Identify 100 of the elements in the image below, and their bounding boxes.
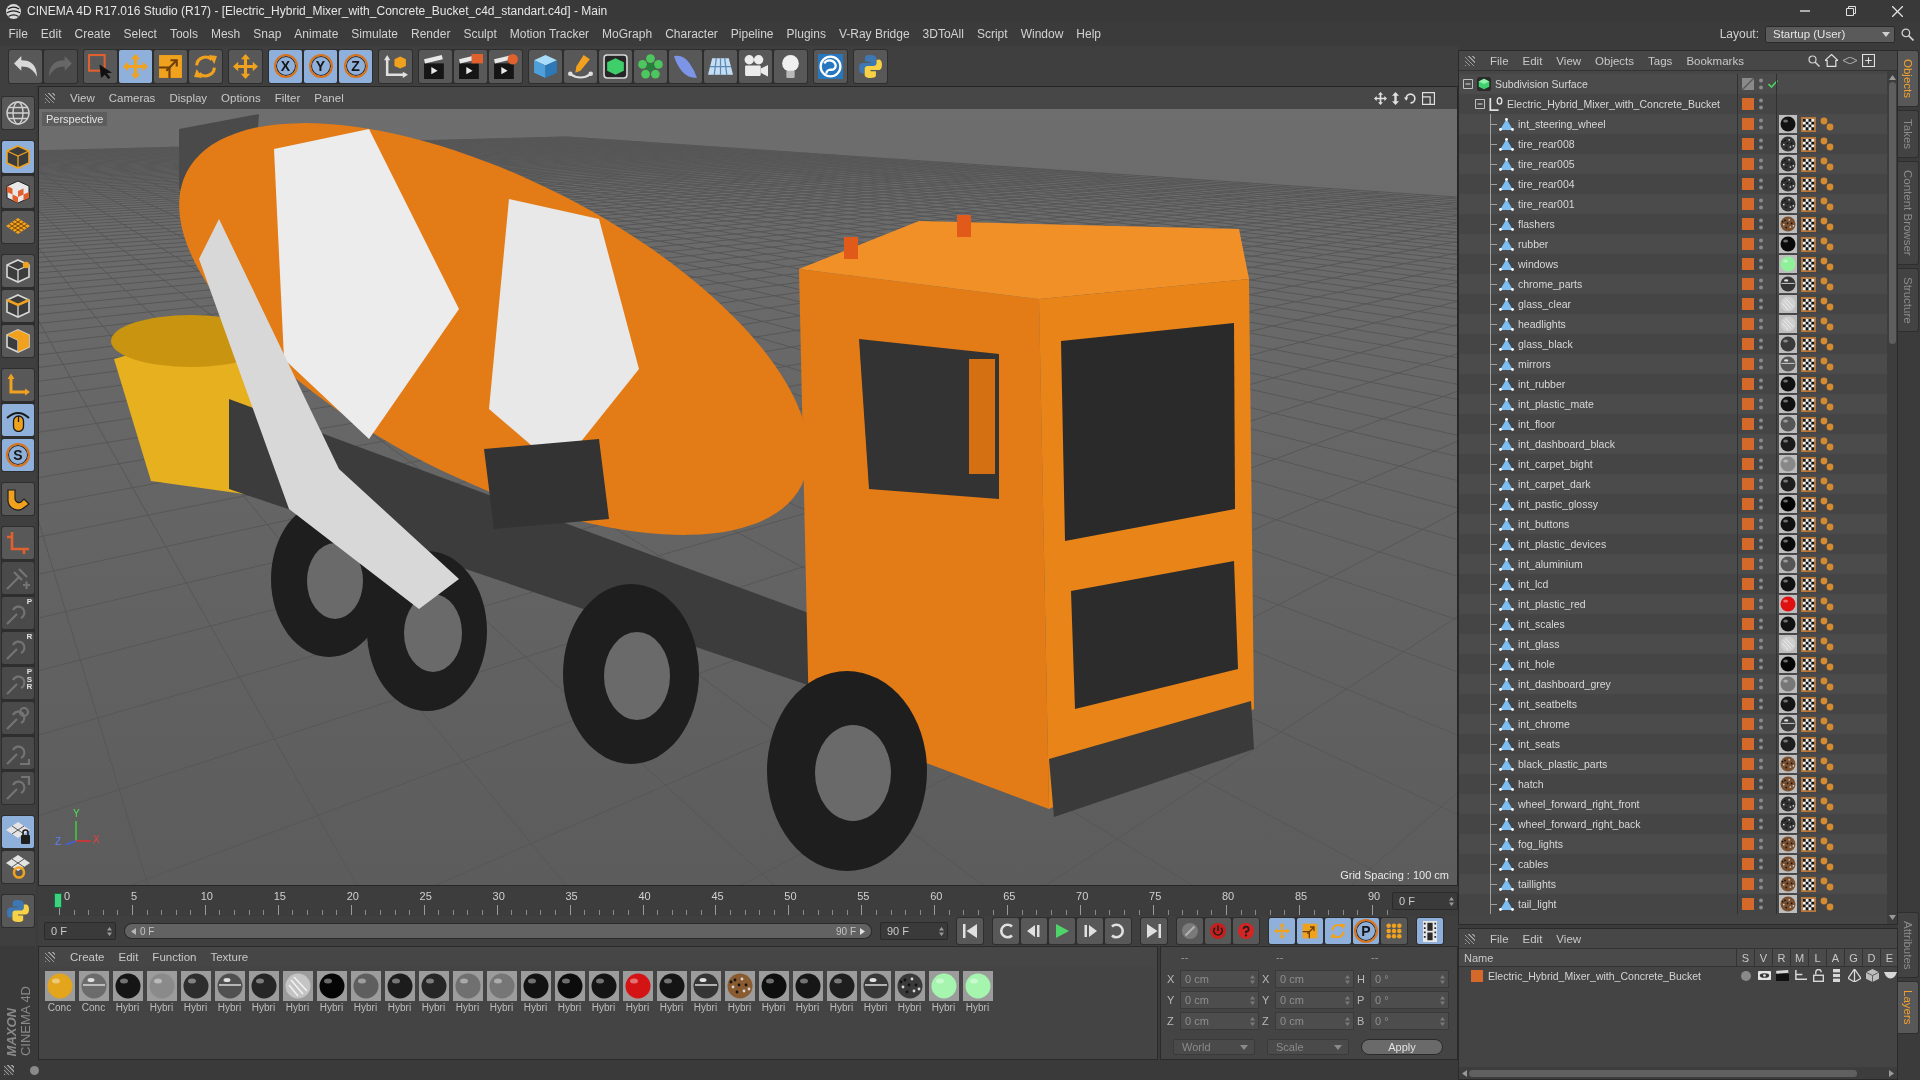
- render-settings-button[interactable]: [489, 49, 522, 83]
- object-name[interactable]: tire_rear008: [1518, 138, 1575, 150]
- side-tab[interactable]: Attributes: [1898, 911, 1919, 979]
- object-name[interactable]: flashers: [1518, 218, 1555, 230]
- undo-button[interactable]: [9, 49, 42, 83]
- material-item[interactable]: Hybri: [723, 971, 756, 1013]
- checker-tag-icon[interactable]: [1801, 576, 1816, 592]
- python-script-button[interactable]: [854, 49, 887, 83]
- column-header[interactable]: Name: [1459, 949, 1737, 966]
- object-name[interactable]: glass_clear: [1518, 298, 1572, 310]
- checker-tag-icon[interactable]: [1801, 556, 1816, 572]
- dots-tag-icon[interactable]: [1820, 737, 1834, 751]
- layer-menu-item[interactable]: View: [1549, 929, 1589, 948]
- checker-tag-icon[interactable]: [1801, 316, 1816, 332]
- cloner-button[interactable]: [634, 49, 667, 83]
- material-item[interactable]: Hybri: [689, 971, 722, 1013]
- menu-item[interactable]: Help: [1069, 24, 1108, 44]
- object-name[interactable]: int_floor: [1518, 418, 1556, 430]
- object-name[interactable]: windows: [1518, 258, 1559, 270]
- dots-tag-icon[interactable]: [1820, 597, 1834, 611]
- side-tab[interactable]: Objects: [1898, 50, 1919, 107]
- menu-item[interactable]: Select: [117, 24, 164, 44]
- object-menu-item[interactable]: Bookmarks: [1679, 51, 1751, 70]
- material-tag-icon[interactable]: [1779, 515, 1797, 533]
- dots-tag-icon[interactable]: [1820, 157, 1834, 171]
- menu-item[interactable]: Snap: [246, 24, 288, 44]
- dots-tag-icon[interactable]: [1820, 437, 1834, 451]
- material-tag-icon[interactable]: [1779, 375, 1797, 393]
- menu-item[interactable]: Edit: [34, 24, 69, 44]
- viewport-menu-item[interactable]: Display: [162, 89, 215, 107]
- dots-tag-icon[interactable]: [1820, 517, 1834, 531]
- menu-item[interactable]: Plugins: [780, 24, 833, 44]
- layout-dropdown[interactable]: Startup (User): [1765, 25, 1895, 43]
- object-name[interactable]: int_carpet_bight: [1518, 458, 1593, 470]
- points-mode-button[interactable]: [2, 255, 34, 287]
- pyramid-icon[interactable]: [1847, 969, 1861, 982]
- axis-lock-button[interactable]: X: [269, 49, 302, 83]
- menu-item[interactable]: V-Ray Bridge: [832, 24, 917, 44]
- cube-outline-icon[interactable]: [1865, 969, 1879, 982]
- snap-button[interactable]: [2, 483, 34, 515]
- next-key-button[interactable]: [1105, 918, 1131, 944]
- object-menu-item[interactable]: View: [1549, 51, 1589, 70]
- parameter-key-button[interactable]: P: [1353, 918, 1379, 944]
- dots-tag-icon[interactable]: [1820, 677, 1834, 691]
- menu-item[interactable]: Character: [658, 24, 725, 44]
- checker-tag-icon[interactable]: [1801, 436, 1816, 452]
- camera-object-button[interactable]: [739, 49, 772, 83]
- dots-tag-icon[interactable]: [1820, 897, 1834, 911]
- object-name[interactable]: int_hole: [1518, 658, 1555, 670]
- dots-tag-icon[interactable]: [1820, 337, 1834, 351]
- dots-tag-icon[interactable]: [1820, 197, 1834, 211]
- collapse-icon[interactable]: [1475, 99, 1485, 109]
- apply-button[interactable]: Apply: [1361, 1039, 1443, 1055]
- checker-tag-icon[interactable]: [1801, 836, 1816, 852]
- object-name[interactable]: tire_rear004: [1518, 178, 1575, 190]
- dots-tag-icon[interactable]: [1820, 837, 1834, 851]
- checker-tag-icon[interactable]: [1801, 456, 1816, 472]
- move-tool-button[interactable]: [119, 49, 152, 83]
- clapperboard-icon[interactable]: [1775, 970, 1789, 981]
- material-tag-icon[interactable]: [1779, 655, 1797, 673]
- scale-tool-button[interactable]: [154, 49, 187, 83]
- layer-name[interactable]: Electric_Hybrid_Mixer_with_Concrete_Bucket: [1488, 969, 1701, 982]
- material-item[interactable]: Conc: [77, 971, 110, 1013]
- dots-tag-icon[interactable]: [1820, 877, 1834, 891]
- dots-tag-icon[interactable]: [1820, 617, 1834, 631]
- new-panel-icon[interactable]: [1862, 54, 1875, 67]
- scrollbar-thumb[interactable]: [1469, 1069, 1857, 1077]
- checker-tag-icon[interactable]: [1801, 816, 1816, 832]
- material-tag-icon[interactable]: [1779, 895, 1797, 913]
- checker-tag-icon[interactable]: [1801, 136, 1816, 152]
- dots-tag-icon[interactable]: [1820, 317, 1834, 331]
- checker-tag-icon[interactable]: [1801, 756, 1816, 772]
- checker-tag-icon[interactable]: [1801, 156, 1816, 172]
- scrollbar-track[interactable]: [1887, 71, 1897, 924]
- object-name[interactable]: int_scales: [1518, 618, 1565, 630]
- subdivision-surface-button[interactable]: [599, 49, 632, 83]
- menu-item[interactable]: Script: [970, 24, 1015, 44]
- home-icon[interactable]: [1825, 54, 1838, 67]
- playhead[interactable]: [54, 893, 62, 908]
- object-name[interactable]: tire_rear001: [1518, 198, 1575, 210]
- checker-tag-icon[interactable]: [1801, 856, 1816, 872]
- menu-item[interactable]: Mesh: [204, 24, 247, 44]
- object-name[interactable]: int_seatbelts: [1518, 698, 1577, 710]
- material-item[interactable]: Hybri: [485, 971, 518, 1013]
- previous-frame-button[interactable]: [1021, 918, 1047, 944]
- collapse-icon[interactable]: [1463, 79, 1473, 89]
- dots-tag-icon[interactable]: [1820, 177, 1834, 191]
- material-tag-icon[interactable]: [1779, 395, 1797, 413]
- column-header[interactable]: G: [1845, 949, 1863, 966]
- checker-tag-icon[interactable]: [1801, 416, 1816, 432]
- object-name[interactable]: Subdivision Surface: [1495, 78, 1588, 90]
- dots-tag-icon[interactable]: [1820, 557, 1834, 571]
- material-item[interactable]: Hybri: [451, 971, 484, 1013]
- object-name[interactable]: int_plastic_devices: [1518, 538, 1607, 550]
- material-item[interactable]: Hybri: [757, 971, 790, 1013]
- play-button[interactable]: [1049, 918, 1075, 944]
- checker-tag-icon[interactable]: [1801, 536, 1816, 552]
- checker-tag-icon[interactable]: [1801, 736, 1816, 752]
- object-name[interactable]: taillights: [1518, 878, 1556, 890]
- dots-tag-icon[interactable]: [1820, 697, 1834, 711]
